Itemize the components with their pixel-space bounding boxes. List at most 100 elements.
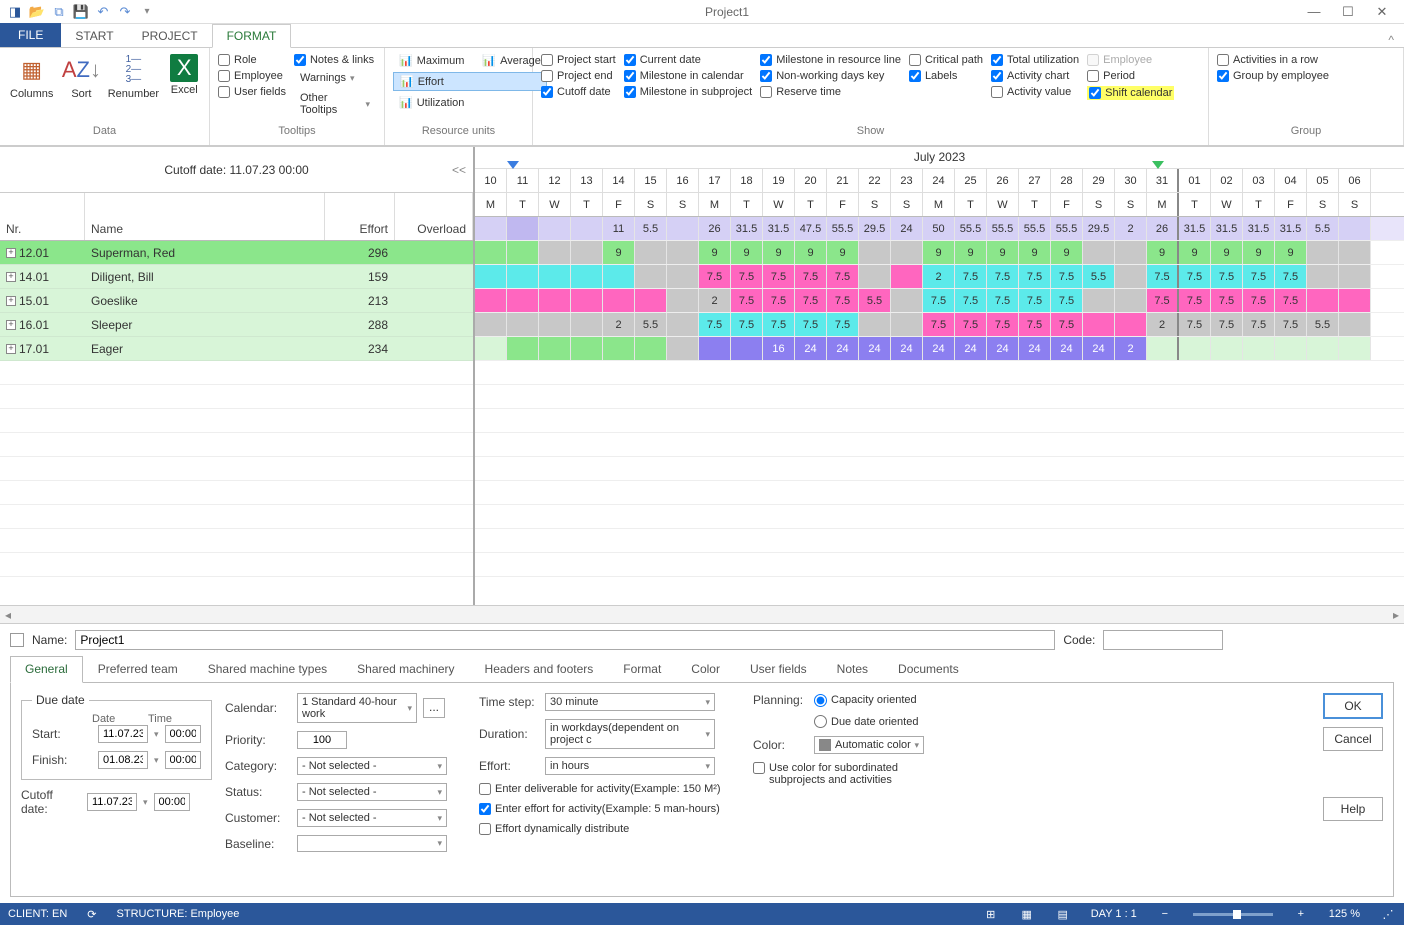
expand-icon[interactable]: + xyxy=(6,344,16,354)
calendar-select[interactable]: 1 Standard 40-hour work xyxy=(297,693,417,723)
schedule-cell[interactable]: 2 xyxy=(699,289,731,312)
schedule-cell[interactable] xyxy=(859,313,891,336)
chk-activities-row[interactable]: Activities in a row xyxy=(1217,54,1329,66)
schedule-cell[interactable]: 24 xyxy=(891,337,923,360)
category-select[interactable]: - Not selected - xyxy=(297,757,447,775)
schedule-cell[interactable]: 7.5 xyxy=(699,265,731,288)
schedule-cell[interactable]: 7.5 xyxy=(827,265,859,288)
employee-row[interactable]: +16.01 Sleeper 288 xyxy=(0,313,473,337)
schedule-cell[interactable] xyxy=(539,337,571,360)
redo-icon[interactable]: ↷ xyxy=(116,3,134,21)
schedule-cell[interactable] xyxy=(475,265,507,288)
expand-icon[interactable]: + xyxy=(6,320,16,330)
view-icon-3[interactable]: ▤ xyxy=(1055,908,1071,921)
refresh-icon[interactable]: ⟳ xyxy=(87,908,96,921)
ptab-uf[interactable]: User fields xyxy=(735,656,822,682)
chk-activity-chart[interactable]: Activity chart xyxy=(991,70,1079,82)
ptab-sm[interactable]: Shared machinery xyxy=(342,656,469,682)
chk-period[interactable]: Period xyxy=(1087,70,1174,82)
schedule-cell[interactable] xyxy=(571,265,603,288)
schedule-cell[interactable]: 7.5 xyxy=(795,289,827,312)
warnings-dropdown[interactable]: Warnings xyxy=(294,70,376,86)
schedule-cell[interactable] xyxy=(507,313,539,336)
schedule-cell[interactable] xyxy=(571,313,603,336)
schedule-cell[interactable] xyxy=(635,265,667,288)
schedule-cell[interactable] xyxy=(1115,289,1147,312)
chk-project-start[interactable]: Project start xyxy=(541,54,616,66)
schedule-cell[interactable]: 7.5 xyxy=(731,289,763,312)
employee-row[interactable]: +14.01 Diligent, Bill 159 xyxy=(0,265,473,289)
chk-project-end[interactable]: Project end xyxy=(541,70,616,82)
chk-userfields[interactable]: User fields xyxy=(218,86,286,98)
schedule-cell[interactable]: 9 xyxy=(1147,241,1179,264)
view-icon-1[interactable]: ⊞ xyxy=(983,908,999,921)
schedule-cell[interactable]: 7.5 xyxy=(1147,265,1179,288)
schedule-cell[interactable]: 9 xyxy=(987,241,1019,264)
ptab-smt[interactable]: Shared machine types xyxy=(193,656,342,682)
schedule-cell[interactable]: 7.5 xyxy=(1243,289,1275,312)
ptab-hf[interactable]: Headers and footers xyxy=(470,656,609,682)
schedule-cell[interactable] xyxy=(1083,241,1115,264)
cutoff-time-input[interactable] xyxy=(154,793,190,811)
expand-icon[interactable]: + xyxy=(6,248,16,258)
chk-total-util[interactable]: Total utilization xyxy=(991,54,1079,66)
col-header-name[interactable]: Name xyxy=(85,193,325,240)
minimize-button[interactable]: — xyxy=(1302,4,1326,20)
schedule-cell[interactable]: 7.5 xyxy=(1179,313,1211,336)
schedule-cell[interactable] xyxy=(475,289,507,312)
schedule-cell[interactable] xyxy=(507,337,539,360)
schedule-cell[interactable] xyxy=(1147,337,1179,360)
schedule-cell[interactable] xyxy=(1307,337,1339,360)
schedule-cell[interactable] xyxy=(1339,337,1371,360)
schedule-cell[interactable] xyxy=(475,313,507,336)
schedule-cell[interactable]: 2 xyxy=(923,265,955,288)
open-icon[interactable]: 📂 xyxy=(28,3,46,21)
employee-row[interactable]: +12.01 Superman, Red 296 xyxy=(0,241,473,265)
schedule-cell[interactable] xyxy=(1115,241,1147,264)
schedule-cell[interactable]: 7.5 xyxy=(923,313,955,336)
code-input[interactable] xyxy=(1103,630,1223,650)
schedule-cell[interactable]: 2 xyxy=(603,313,635,336)
schedule-cell[interactable] xyxy=(475,337,507,360)
schedule-cell[interactable] xyxy=(571,241,603,264)
schedule-cell[interactable]: 7.5 xyxy=(955,313,987,336)
schedule-cell[interactable]: 7.5 xyxy=(731,313,763,336)
chk-milestone-cal[interactable]: Milestone in calendar xyxy=(624,70,753,82)
finish-date-input[interactable] xyxy=(98,751,148,769)
schedule-cell[interactable] xyxy=(1243,337,1275,360)
chk-role[interactable]: Role xyxy=(218,54,286,66)
schedule-cell[interactable]: 7.5 xyxy=(987,265,1019,288)
schedule-cell[interactable]: 9 xyxy=(1019,241,1051,264)
schedule-cell[interactable]: 24 xyxy=(1083,337,1115,360)
schedule-cell[interactable]: 9 xyxy=(1275,241,1307,264)
schedule-cell[interactable]: 7.5 xyxy=(1211,289,1243,312)
schedule-cell[interactable]: 2 xyxy=(1147,313,1179,336)
chk-group-employee[interactable]: Group by employee xyxy=(1217,70,1329,82)
schedule-cell[interactable]: 24 xyxy=(1019,337,1051,360)
schedule-cell[interactable]: 7.5 xyxy=(1275,265,1307,288)
schedule-cell[interactable]: 7.5 xyxy=(1051,289,1083,312)
name-input[interactable] xyxy=(75,630,1055,650)
schedule-cell[interactable]: 24 xyxy=(859,337,891,360)
radio-capacity[interactable]: Capacity oriented xyxy=(814,694,917,707)
chk-shift-calendar[interactable]: Shift calendar xyxy=(1087,86,1174,100)
schedule-cell[interactable]: 5.5 xyxy=(859,289,891,312)
start-time-input[interactable] xyxy=(165,725,201,743)
schedule-cell[interactable]: 16 xyxy=(763,337,795,360)
schedule-cell[interactable] xyxy=(571,337,603,360)
schedule-cell[interactable]: 9 xyxy=(1243,241,1275,264)
schedule-cell[interactable]: 9 xyxy=(1051,241,1083,264)
schedule-cell[interactable]: 7.5 xyxy=(1019,265,1051,288)
schedule-cell[interactable]: 7.5 xyxy=(1019,313,1051,336)
priority-input[interactable] xyxy=(297,731,347,749)
effort-button[interactable]: 📊Effort xyxy=(393,72,547,91)
schedule-cell[interactable]: 7.5 xyxy=(1179,265,1211,288)
ptab-docs[interactable]: Documents xyxy=(883,656,974,682)
chk-activity-value[interactable]: Activity value xyxy=(991,86,1079,98)
schedule-cell[interactable]: 24 xyxy=(987,337,1019,360)
chk-milestone-res[interactable]: Milestone in resource line xyxy=(760,54,901,66)
schedule-cell[interactable]: 2 xyxy=(1115,337,1147,360)
schedule-cell[interactable] xyxy=(603,265,635,288)
col-header-nr[interactable]: Nr. xyxy=(0,193,85,240)
start-date-input[interactable] xyxy=(98,725,148,743)
